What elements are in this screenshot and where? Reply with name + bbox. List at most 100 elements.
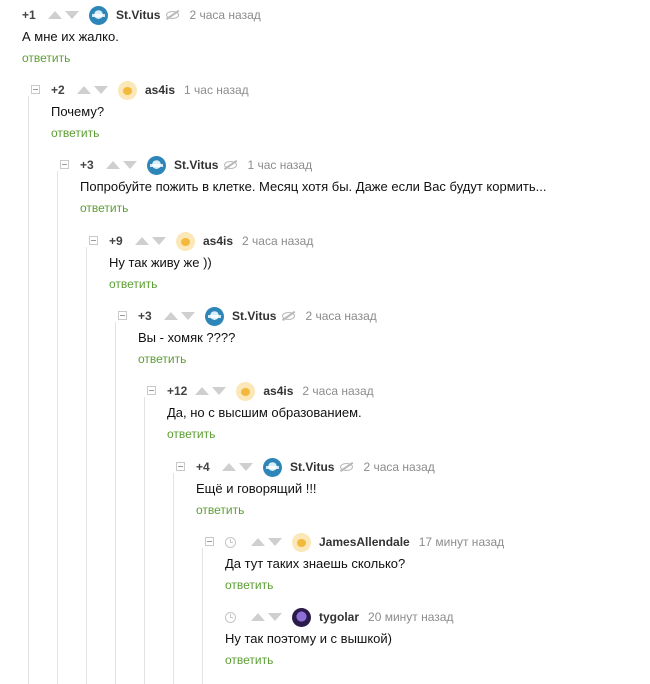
collapse-minus-icon[interactable]: [60, 160, 69, 169]
avatar[interactable]: [147, 155, 166, 175]
comment-header: +3 St.Vitus 2 часа назад: [118, 305, 650, 327]
clock-icon: [225, 536, 236, 548]
comment-header: +9 as4is 2 часа назад: [89, 230, 650, 252]
comment-header: +4 St.Vitus 2 часа назад: [176, 456, 650, 478]
comment-text: А мне их жалко.: [22, 29, 119, 44]
comment-author[interactable]: as4is: [203, 234, 233, 248]
avatar[interactable]: [118, 80, 137, 100]
arrow-up-icon[interactable]: [77, 86, 91, 94]
comment-rating: +1: [22, 8, 36, 22]
comment: tygolar 20 минут назад Ну так поэтому и с …: [225, 606, 650, 667]
reply-link[interactable]: ответить: [22, 51, 650, 65]
arrow-down-icon[interactable]: [65, 11, 79, 19]
comment-time[interactable]: 1 час назад: [247, 158, 312, 172]
arrow-down-icon[interactable]: [123, 161, 137, 169]
arrow-down-icon[interactable]: [152, 237, 166, 245]
reply-link[interactable]: ответить: [225, 578, 650, 592]
comment-author[interactable]: St.Vitus: [174, 158, 218, 172]
comment-time[interactable]: 2 часа назад: [302, 384, 373, 398]
comment: +3 St.Vitus 2 часа назад Вы - хомяк ???? отв…: [118, 305, 650, 366]
collapse-minus-icon[interactable]: [89, 236, 98, 245]
arrow-down-icon[interactable]: [212, 387, 227, 395]
comment-time[interactable]: 2 часа назад: [363, 460, 434, 474]
comment-text: Ну так живу же )): [109, 255, 212, 270]
arrow-up-icon[interactable]: [164, 312, 178, 320]
comment-rating: +3: [138, 309, 152, 323]
arrow-up-icon[interactable]: [135, 237, 149, 245]
reply-link[interactable]: ответить: [80, 201, 650, 215]
collapse-minus-icon[interactable]: [147, 386, 156, 395]
thread-line: [144, 397, 145, 684]
comment-rating: +9: [109, 234, 123, 248]
comment-text: Вы - хомяк ????: [138, 330, 236, 345]
comment: JamesAllendale 17 минут назад Да тут таких…: [205, 531, 650, 592]
comment-time[interactable]: 1 час назад: [184, 83, 249, 97]
comment-time[interactable]: 2 часа назад: [305, 309, 376, 323]
collapse-minus-icon[interactable]: [205, 537, 214, 546]
reply-link[interactable]: ответить: [167, 427, 650, 441]
collapse-minus-icon[interactable]: [31, 85, 40, 94]
comment: +12 as4is 2 часа назад Да, но с высшим обра…: [147, 380, 650, 441]
thread-line: [202, 548, 203, 684]
collapse-minus-icon[interactable]: [176, 462, 185, 471]
comment-author[interactable]: as4is: [145, 83, 175, 97]
avatar[interactable]: [89, 5, 108, 25]
comment: +1 St.Vitus 2 часа назад А мне их жалко. отв…: [22, 4, 650, 65]
avatar[interactable]: [292, 607, 311, 627]
comment: +2 as4is 1 час назад Почему? ответить: [31, 79, 650, 140]
comment-text: Попробуйте пожить в клетке. Месяц хотя б…: [80, 179, 547, 194]
avatar[interactable]: [263, 457, 282, 477]
comment-author[interactable]: JamesAllendale: [319, 535, 410, 549]
reply-link[interactable]: ответить: [196, 503, 650, 517]
collapse-minus-icon[interactable]: [118, 311, 127, 320]
avatar[interactable]: [176, 231, 195, 251]
avatar[interactable]: [292, 532, 311, 552]
comment-header: +2 as4is 1 час назад: [31, 79, 650, 101]
avatar[interactable]: [236, 381, 256, 401]
eye-off-icon: [224, 161, 238, 169]
thread-line: [115, 322, 116, 684]
thread-line: [86, 247, 87, 684]
comment-text: Ну так поэтому и с вышкой): [225, 631, 393, 646]
arrow-down-icon[interactable]: [239, 463, 253, 471]
comment-time[interactable]: 20 минут назад: [368, 610, 453, 624]
arrow-down-icon[interactable]: [94, 86, 108, 94]
arrow-up-icon[interactable]: [251, 538, 265, 546]
comment-author[interactable]: St.Vitus: [116, 8, 160, 22]
comment-time[interactable]: 2 часа назад: [189, 8, 260, 22]
eye-off-icon: [340, 463, 354, 471]
comment-text: Почему?: [51, 104, 105, 119]
comment-rating: +4: [196, 460, 210, 474]
comment-header: +3 St.Vitus 1 час назад: [60, 154, 650, 176]
arrow-down-icon[interactable]: [268, 538, 282, 546]
arrow-down-icon[interactable]: [268, 613, 282, 621]
arrow-down-icon[interactable]: [181, 312, 195, 320]
thread-line: [28, 96, 29, 684]
comment: +4 St.Vitus 2 часа назад Ещё и говорящий !!…: [176, 456, 650, 517]
comment-author[interactable]: as4is: [263, 384, 293, 398]
comment-text: Да тут таких знаешь сколько?: [225, 556, 406, 571]
avatar[interactable]: [205, 306, 224, 326]
arrow-up-icon[interactable]: [222, 463, 236, 471]
comment-time[interactable]: 2 часа назад: [242, 234, 313, 248]
comment-author[interactable]: St.Vitus: [232, 309, 276, 323]
thread-line: [57, 171, 58, 684]
reply-link[interactable]: ответить: [225, 653, 650, 667]
arrow-up-icon[interactable]: [195, 387, 210, 395]
comment-rating: +12: [167, 384, 188, 398]
comment-time[interactable]: 17 минут назад: [419, 535, 504, 549]
arrow-up-icon[interactable]: [106, 161, 120, 169]
comment-author[interactable]: St.Vitus: [290, 460, 334, 474]
comment: +9 as4is 2 часа назад Ну так живу же )) отве…: [89, 230, 650, 291]
arrow-up-icon[interactable]: [48, 11, 62, 19]
arrow-up-icon[interactable]: [251, 613, 265, 621]
reply-link[interactable]: ответить: [138, 352, 650, 366]
comment-author[interactable]: tygolar: [319, 610, 359, 624]
reply-link[interactable]: ответить: [51, 126, 650, 140]
comment-header: +1 St.Vitus 2 часа назад: [22, 4, 650, 26]
comment-text: Да, но с высшим образованием.: [167, 405, 362, 420]
reply-link[interactable]: ответить: [109, 277, 650, 291]
eye-off-icon: [282, 312, 296, 320]
eye-off-icon: [166, 11, 180, 19]
comment-text: Ещё и говорящий !!!: [196, 481, 317, 496]
